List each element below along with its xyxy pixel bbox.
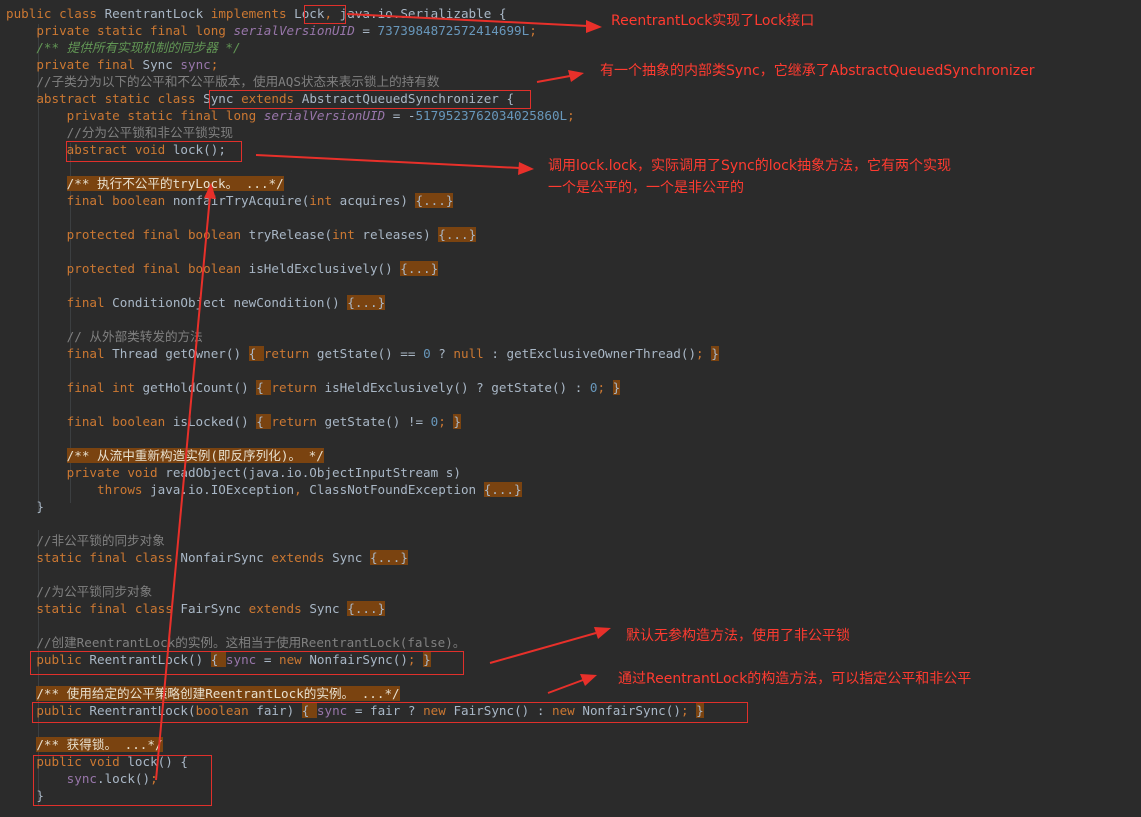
arrow-line xyxy=(536,75,571,83)
note-lock-call-line1: 调用lock.lock，实际调用了Sync的lock抽象方法，它有两个实现 xyxy=(548,158,951,174)
note-default-constructor: 默认无参构造方法，使用了非公平锁 xyxy=(626,628,850,644)
arrow-line xyxy=(155,195,211,781)
arrow-head xyxy=(586,20,602,33)
arrow-line xyxy=(255,154,521,169)
note-sync-inner-class: 有一个抽象的内部类Sync，它继承了AbstractQueuedSynchron… xyxy=(600,63,1035,79)
arrow-head xyxy=(594,627,611,639)
arrow-head xyxy=(518,162,534,175)
arrow-head xyxy=(568,70,584,82)
note-lock-call-line2: 一个是公平的，一个是非公平的 xyxy=(548,180,744,196)
arrow-head xyxy=(204,183,216,199)
note-fair-constructor: 通过ReentrantLock的构造方法，可以指定公平和非公平 xyxy=(618,671,972,687)
arrow-line xyxy=(547,679,584,694)
note-implements-lock: ReentrantLock实现了Lock接口 xyxy=(611,13,815,29)
arrow-head xyxy=(580,674,597,686)
arrow-line xyxy=(346,13,589,27)
annotation-arrows xyxy=(155,13,611,781)
arrow-line xyxy=(489,632,597,664)
